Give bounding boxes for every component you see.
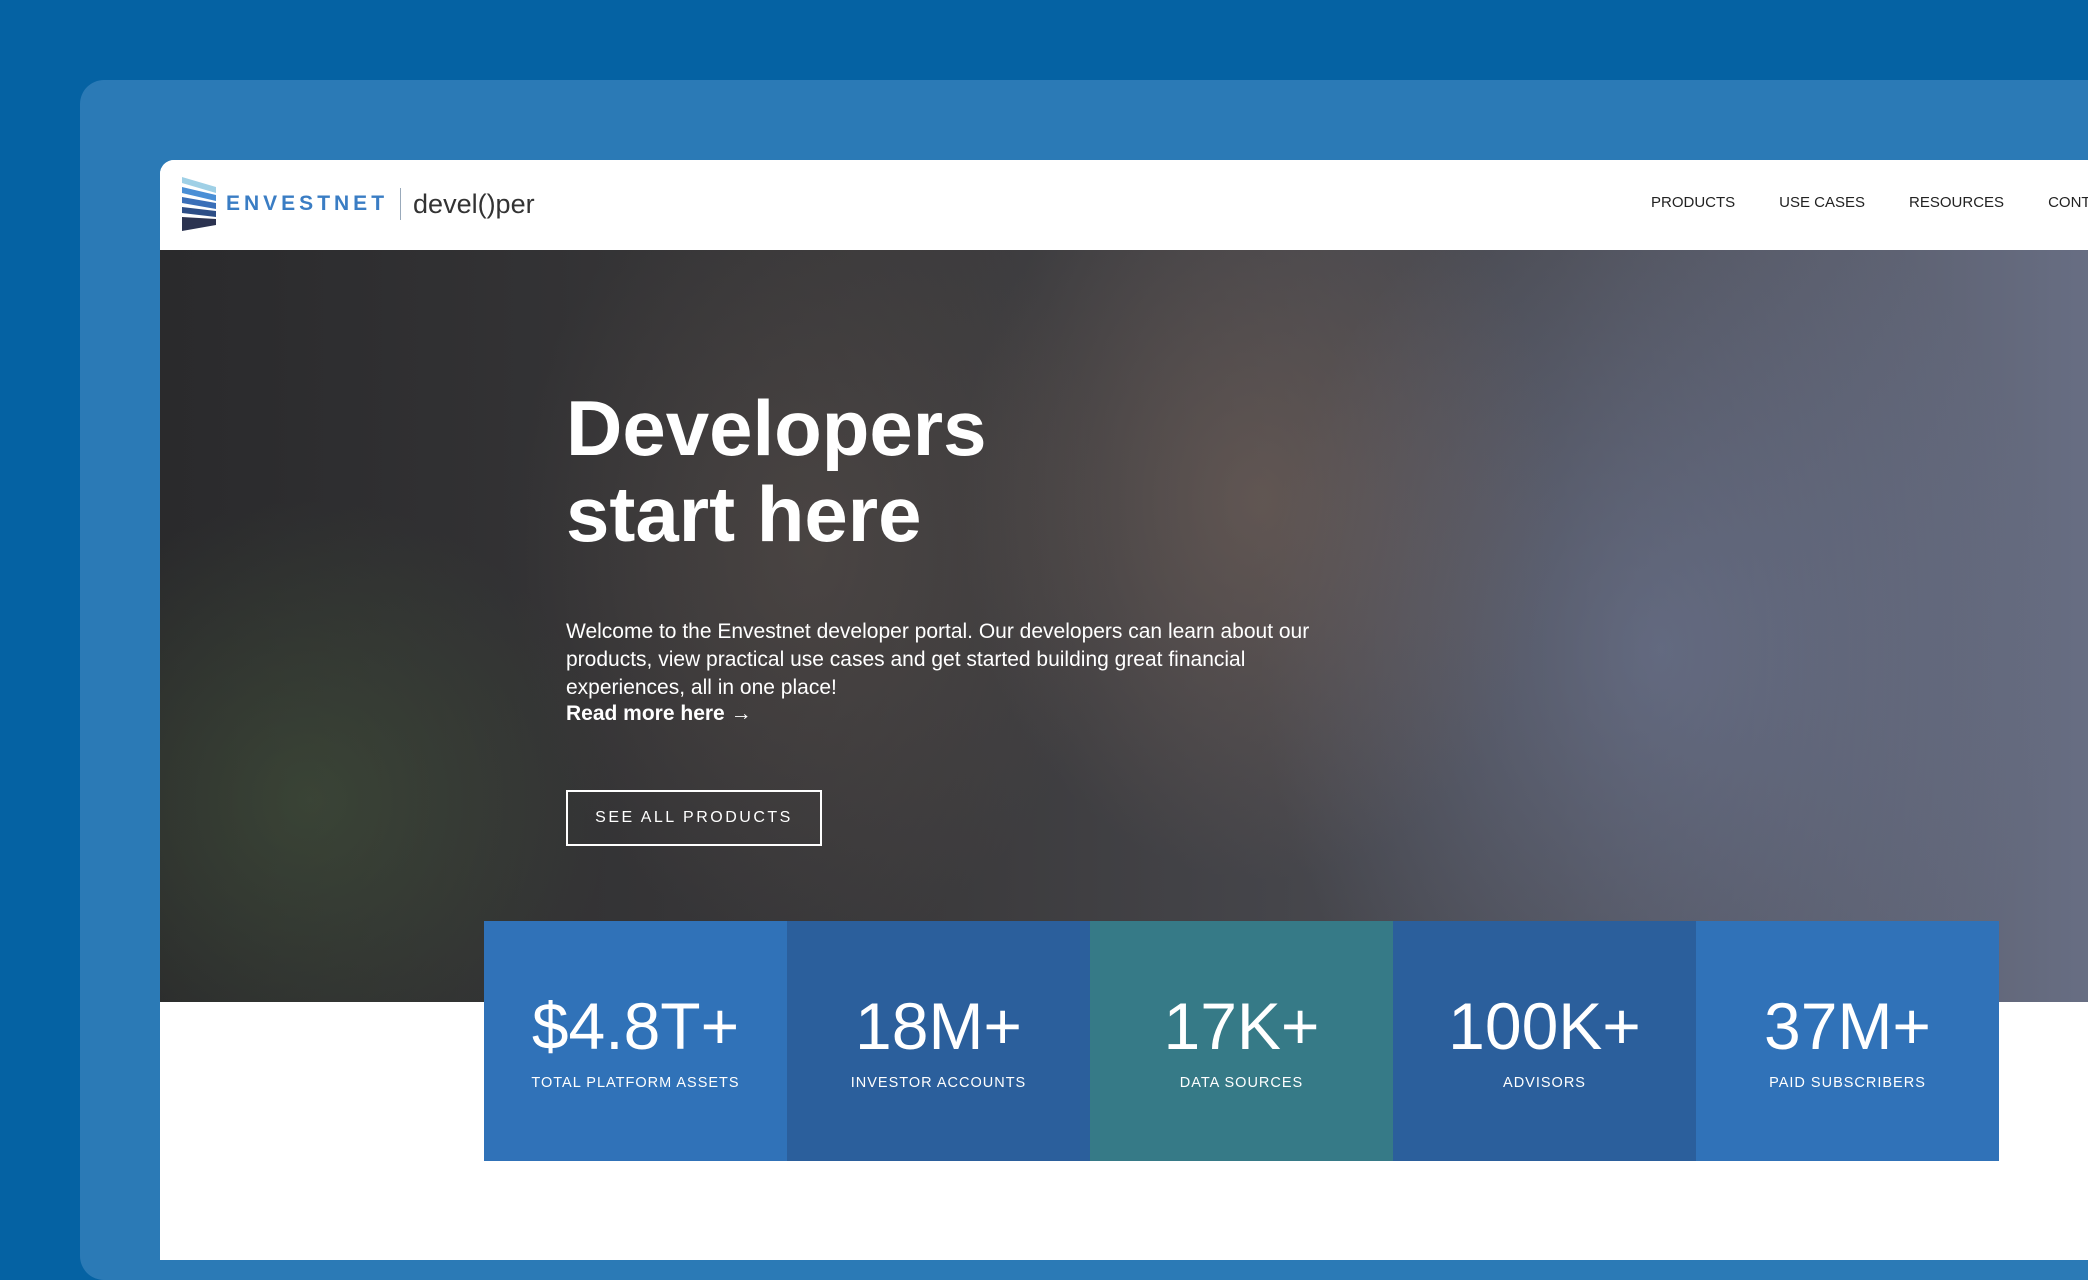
logo-divider (400, 188, 402, 220)
hero-section: Developers start here Welcome to the Enve… (160, 250, 2088, 1002)
stat-paid-subscribers: 37M+ PAID SUBSCRIBERS (1696, 921, 1999, 1161)
stats-bar: $4.8T+ TOTAL PLATFORM ASSETS 18M+ INVESTOR… (484, 921, 1999, 1161)
envestnet-logo-icon (182, 177, 216, 231)
nav-resources[interactable]: RESOURCES (1909, 194, 2004, 211)
hero-title-line1: Developers (566, 384, 987, 472)
stat-value: 18M+ (855, 989, 1022, 1063)
website-page: ENVESTNET devel()per PRODUCTS USE CASES … (160, 160, 2088, 1260)
stat-label: PAID SUBSCRIBERS (1769, 1075, 1926, 1091)
product-name: devel()per (413, 188, 535, 219)
stat-value: $4.8T+ (531, 989, 740, 1063)
brand-name: ENVESTNET (226, 192, 389, 215)
stat-value: 17K+ (1163, 989, 1320, 1063)
nav-contact[interactable]: CONT (2048, 194, 2088, 211)
stat-label: INVESTOR ACCOUNTS (850, 1075, 1027, 1091)
read-more-link[interactable]: Read more here → (566, 702, 752, 726)
stat-label: DATA SOURCES (1179, 1075, 1304, 1091)
stat-advisors: 100K+ ADVISORS (1393, 921, 1696, 1161)
see-all-products-button[interactable]: SEE ALL PRODUCTS (566, 790, 822, 846)
hero-description: Welcome to the Envestnet developer porta… (566, 620, 1310, 699)
nav-use-cases[interactable]: USE CASES (1779, 194, 1865, 211)
stat-value: 37M+ (1764, 989, 1931, 1063)
stat-data-sources: 17K+ DATA SOURCES (1090, 921, 1393, 1161)
top-nav: ENVESTNET devel()per PRODUCTS USE CASES … (160, 160, 2088, 250)
nav-products[interactable]: PRODUCTS (1651, 194, 1735, 211)
nav-menu: PRODUCTS USE CASES RESOURCES CONT (1651, 194, 2088, 211)
hero-title-line2: start here (566, 470, 922, 558)
stat-value: 100K+ (1448, 989, 1641, 1063)
stat-label: ADVISORS (1503, 1075, 1586, 1091)
stat-total-platform-assets: $4.8T+ TOTAL PLATFORM ASSETS (484, 921, 787, 1161)
stat-investor-accounts: 18M+ INVESTOR ACCOUNTS (787, 921, 1090, 1161)
envestnet-logo[interactable]: ENVESTNET devel()per (182, 176, 535, 232)
hero-title: Developers start here (566, 385, 987, 557)
stat-label: TOTAL PLATFORM ASSETS (531, 1075, 740, 1091)
